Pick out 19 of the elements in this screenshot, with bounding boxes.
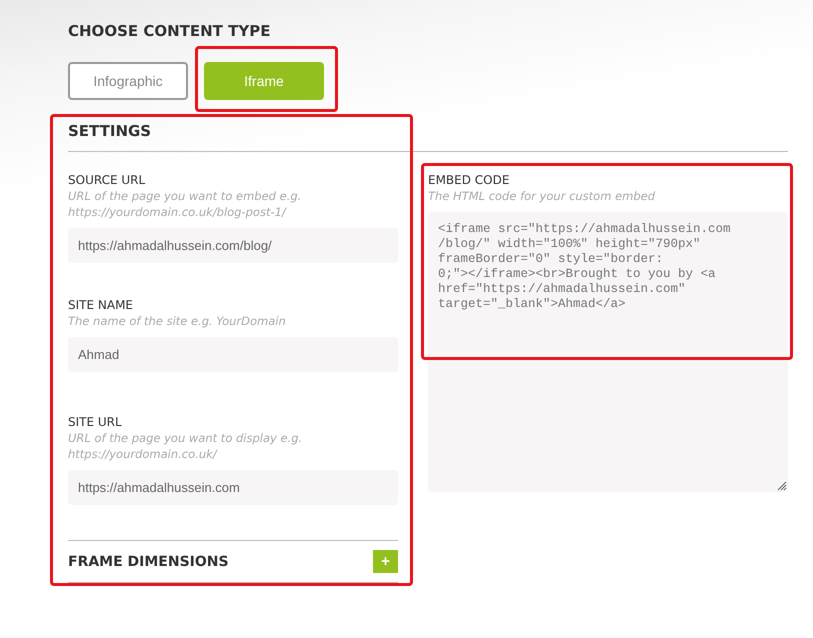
field-label: EMBED CODE — [428, 172, 510, 188]
section-heading: SETTINGS — [68, 122, 788, 152]
input-field[interactable]: https://ahmadalhussein.com/blog/ — [68, 228, 398, 263]
field-label: SITE URL — [68, 414, 123, 430]
field-label: SITE NAME — [68, 297, 134, 313]
field-label: SOURCE URL — [68, 172, 146, 188]
content-type-button[interactable]: Iframe — [204, 62, 324, 100]
expand-button[interactable]: + — [373, 550, 398, 573]
code-field[interactable]: <iframe src="https://ahmadalhussein.com /blog/" width="100%" height="790px" frameBorder="0" style="border: 0;"></iframe><br>Brought to you by <a href="https://ahmadalhussein.com" target="_blank">Ahmad</a> — [428, 212, 788, 492]
field-help-text: The HTML code for your custom embed — [428, 188, 656, 204]
field-help-text: URL of the page you want to display e.g. https://yourdomain.co.uk/ — [68, 430, 304, 462]
field-help-text: URL of the page you want to embed e.g. https://yourdomain.co.uk/blog-post-1/ — [68, 188, 302, 220]
content-type-button[interactable]: Infographic — [68, 62, 188, 100]
resize-handle-icon[interactable] — [775, 479, 787, 491]
input-field[interactable]: https://ahmadalhussein.com — [68, 470, 398, 505]
section-title: FRAME DIMENSIONS — [68, 554, 229, 570]
section-heading: CHOOSE CONTENT TYPE — [68, 22, 272, 42]
field-help-text: The name of the site e.g. YourDomain — [68, 313, 287, 329]
input-field[interactable]: Ahmad — [68, 337, 398, 372]
